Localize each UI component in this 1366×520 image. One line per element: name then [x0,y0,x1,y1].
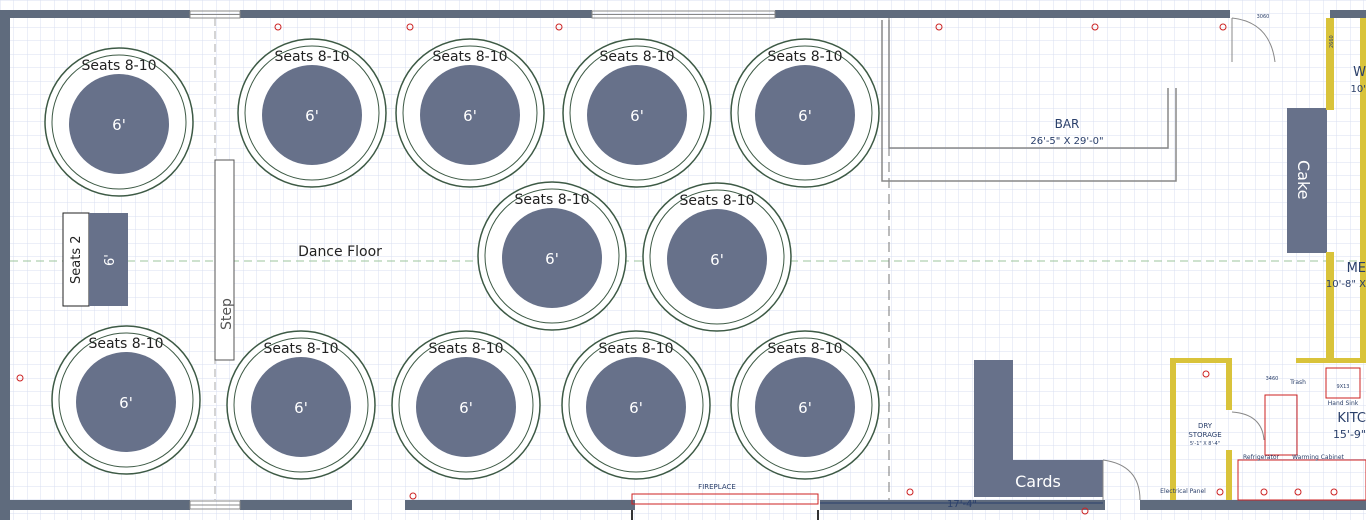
table-seats-label: Seats 8-10 [598,341,673,357]
round-table: Seats 8-10 6' [562,38,712,188]
kitchen-dims: 15'-9" [1333,428,1366,441]
round-table: Seats 8-10 6' [561,330,711,480]
sweetheart-seats: Seats 2 [69,236,84,285]
trash-label: Trash [1289,379,1306,386]
small-note-4: 3460 [1266,376,1279,382]
bar-dims: 26'-5" X 29'-0" [1030,136,1103,147]
table-seats-label: Seats 8-10 [81,58,156,74]
round-table: Seats 8-10 6' [237,38,387,188]
table-size-label: 6' [112,116,126,134]
table-size-label: 6' [305,107,319,125]
round-table: Seats 8-10 6' [44,47,194,197]
side-label-me: ME [1347,261,1366,276]
table-size-label: 6' [459,399,473,417]
floor-plan-svg: BAR 26'-5" X 29'-0" Step Dance Floor Sea… [0,0,1366,520]
round-table: Seats 8-10 6' [730,38,880,188]
table-seats-label: Seats 8-10 [679,193,754,209]
hand-sink-label: Hand Sink [1328,400,1359,407]
fireplace-label: FIREPLACE [698,483,736,491]
dry-storage-dims: 5'-1" X 8'-4" [1190,441,1220,447]
dance-floor-label: Dance Floor [298,244,382,260]
table-size-label: 6' [798,107,812,125]
round-table: Seats 8-10 6' [51,325,201,475]
refrigerator-label: Refrigerator [1243,454,1280,461]
floor-plan: BAR 26'-5" X 29'-0" Step Dance Floor Sea… [0,0,1366,520]
table-size-label: 6' [710,251,724,269]
step: Step [214,159,235,361]
side-dims-w: 10' [1351,84,1366,95]
table-size-label: 6' [629,399,643,417]
cake-label: Cake [1294,160,1313,200]
side-label-w: W [1353,65,1366,80]
round-table: Seats 8-10 6' [226,330,376,480]
table-size-label: 6' [294,399,308,417]
dry-storage-label2: STORAGE [1188,431,1221,439]
table-size-label: 6' [545,250,559,268]
table-size-label: 6' [798,399,812,417]
round-table: Seats 8-10 6' [730,330,880,480]
table-seats-label: Seats 8-10 [432,49,507,65]
electrical-panel-label: Electrical Panel [1160,488,1206,495]
table-seats-label: Seats 8-10 [274,49,349,65]
sweetheart-table: Seats 2 6' [62,212,128,307]
table-seats-label: Seats 8-10 [599,49,674,65]
cake-table: Cake [1287,108,1327,253]
table-seats-label: Seats 8-10 [88,336,163,352]
step-label: Step [219,298,235,330]
dry-storage-label: DRY [1198,422,1213,430]
table-seats-label: Seats 8-10 [428,341,503,357]
cards-label: Cards [1015,472,1061,491]
side-dims-me: 10'-8" X [1326,279,1366,290]
round-table: Seats 8-10 6' [642,182,792,332]
round-table: Seats 8-10 6' [477,181,627,331]
kitchen-label: KITC [1337,411,1366,426]
warming-cabinet-label: Warming Cabinet [1292,454,1344,461]
small-note-2: 9X13 [1337,384,1350,390]
small-note-1: 3060 [1257,14,1270,20]
dimension-label: 17'-4" [947,499,977,510]
table-size-label: 6' [463,107,477,125]
small-note-3: 2660 [1329,35,1335,48]
table-seats-label: Seats 8-10 [514,192,589,208]
table-seats-label: Seats 8-10 [767,341,842,357]
sweetheart-size: 6' [103,254,118,266]
round-table: Seats 8-10 6' [395,38,545,188]
table-seats-label: Seats 8-10 [767,49,842,65]
table-seats-label: Seats 8-10 [263,341,338,357]
table-size-label: 6' [630,107,644,125]
round-table: Seats 8-10 6' [391,330,541,480]
table-size-label: 6' [119,394,133,412]
bar-label: BAR [1055,117,1080,131]
